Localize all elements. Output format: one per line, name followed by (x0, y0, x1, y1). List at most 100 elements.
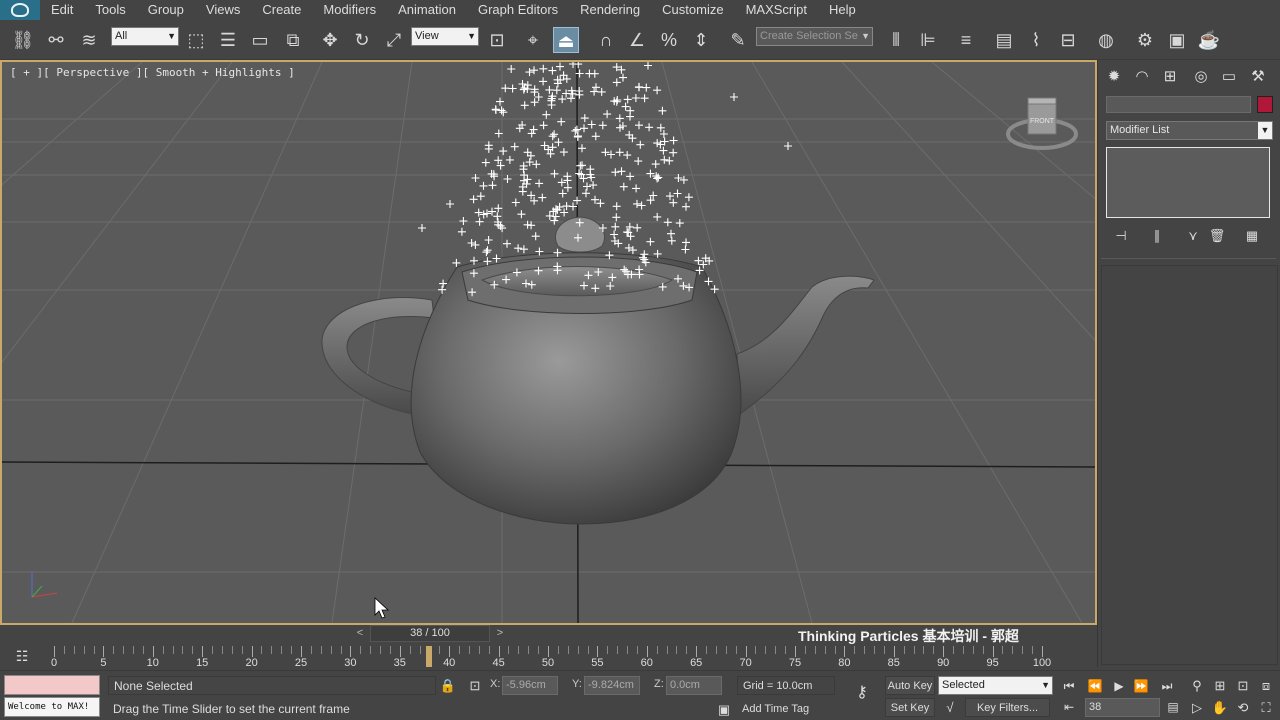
display-tab-icon[interactable]: ▭ (1217, 66, 1241, 88)
rendered-frame-window-icon[interactable]: ▣ (1164, 27, 1190, 53)
percent-snap-icon[interactable]: % (656, 27, 682, 53)
go-to-end-icon[interactable]: ⏭ (1156, 677, 1178, 695)
selection-filter-dropdown[interactable]: All ▼ (111, 27, 179, 46)
time-slider-next-button[interactable]: > (490, 625, 510, 642)
orbit-icon[interactable]: ⟲ (1232, 699, 1254, 717)
pivot-center-icon[interactable]: ⊡ (484, 27, 510, 53)
modifier-list-dropdown[interactable]: Modifier List ▼ (1106, 121, 1273, 140)
key-filter-dropdown[interactable]: Selected ▼ (938, 676, 1053, 695)
utilities-tab-icon[interactable]: ⚒ (1246, 66, 1270, 88)
object-name-field[interactable] (1106, 96, 1251, 113)
mirror-icon[interactable]: ⫴ (883, 27, 909, 53)
select-manipulate-icon[interactable]: ⌖ (520, 27, 546, 53)
unlink-icon[interactable]: ⚯ (43, 27, 69, 53)
modify-tab-icon[interactable]: ◠ (1130, 66, 1154, 88)
motion-tab-icon[interactable]: ◎ (1189, 66, 1213, 88)
select-and-rotate-icon[interactable]: ↻ (349, 27, 375, 53)
named-selection-dropdown[interactable]: Create Selection Se ▼ (756, 27, 873, 46)
render-production-icon[interactable]: ☕ (1196, 27, 1222, 53)
selection-lock-icon[interactable]: 🔒 (438, 676, 458, 695)
default-tangent-icon[interactable]: √ (940, 698, 960, 717)
menu-group[interactable]: Group (137, 0, 195, 20)
menu-modifiers[interactable]: Modifiers (312, 0, 387, 20)
go-to-start-icon[interactable]: ⏮ (1058, 677, 1080, 695)
make-unique-icon[interactable]: ⋎ (1182, 226, 1204, 246)
previous-frame-icon[interactable]: ⏪ (1084, 677, 1106, 695)
set-keys-key-icon[interactable]: ⚷ (848, 683, 876, 702)
next-frame-icon[interactable]: ⏩ (1130, 677, 1152, 695)
track-ruler[interactable]: 0 5 10 15 20 25 30 35 40 45 50 55 60 65 70 75 80 85 90 95 10… (51, 644, 1051, 670)
hierarchy-tab-icon[interactable]: ⊞ (1158, 66, 1182, 88)
rectangular-selection-icon[interactable]: ▭ (247, 27, 273, 53)
zoom-icon[interactable]: ⚲ (1186, 677, 1208, 695)
schematic-view-icon[interactable]: ⊟ (1055, 27, 1081, 53)
render-setup-icon[interactable]: ⚙ (1132, 27, 1158, 53)
select-and-scale-icon[interactable]: ⤢ (381, 27, 407, 53)
set-key-button[interactable]: Set Key (885, 698, 935, 717)
mini-curve-editor-icon[interactable]: ☷ (12, 648, 32, 664)
key-filters-button[interactable]: Key Filters... (965, 698, 1050, 717)
maximize-viewport-icon[interactable]: ⛶ (1255, 699, 1277, 717)
edit-named-selection-icon[interactable]: ✎ (725, 27, 751, 53)
play-icon[interactable]: ▶ (1108, 677, 1130, 695)
time-slider-prev-button[interactable]: < (350, 625, 370, 642)
angle-snap-icon[interactable]: ∠ (624, 27, 650, 53)
time-tag-icon[interactable]: ▣ (714, 700, 734, 719)
menu-create[interactable]: Create (251, 0, 312, 20)
pan-view-icon[interactable]: ✋ (1209, 699, 1231, 717)
absolute-mode-transform-icon[interactable]: ⊡ (465, 676, 485, 695)
pin-stack-icon[interactable]: ⊣ (1110, 226, 1132, 246)
y-coordinate-field[interactable]: -9.824cm (584, 676, 640, 695)
select-and-link-icon[interactable]: ⛓ (10, 27, 36, 53)
modifier-stack[interactable] (1106, 147, 1270, 218)
app-logo-button[interactable] (0, 0, 40, 20)
curve-editor-icon[interactable]: ⌇ (1023, 27, 1049, 53)
menu-graph-editors[interactable]: Graph Editors (467, 0, 569, 20)
viewport-label[interactable]: [ + ][ Perspective ][ Smooth + Highlight… (10, 66, 295, 79)
track-bar[interactable]: ☷ 0 5 10 15 20 25 30 35 40 45 50 55 60 65 70 75 80 85 90 95… (0, 644, 1097, 670)
menu-tools[interactable]: Tools (84, 0, 136, 20)
bind-space-warp-icon[interactable]: ≋ (76, 27, 102, 53)
menu-rendering[interactable]: Rendering (569, 0, 651, 20)
time-slider-thumb[interactable]: 38 / 100 (370, 625, 490, 642)
layer-manager-icon[interactable]: ≡ (953, 27, 979, 53)
material-editor-icon[interactable]: ◍ (1093, 27, 1119, 53)
current-frame-field[interactable]: 38 (1085, 698, 1160, 717)
maxscript-listener-field[interactable] (4, 675, 100, 695)
spinner-snap-icon[interactable]: ⇕ (688, 27, 714, 53)
zoom-all-icon[interactable]: ⊞ (1209, 677, 1231, 695)
field-of-view-icon[interactable]: ▷ (1186, 699, 1208, 717)
keyboard-shortcut-override-icon[interactable]: ⏏ (553, 27, 579, 53)
snaps-toggle-icon[interactable]: ∩ (593, 27, 619, 53)
maxscript-mini-listener[interactable]: Welcome to MAX! (4, 697, 100, 717)
menu-edit[interactable]: Edit (40, 0, 84, 20)
select-and-move-icon[interactable]: ✥ (317, 27, 343, 53)
select-object-icon[interactable]: ⬚ (183, 27, 209, 53)
window-crossing-icon[interactable]: ⧉ (280, 27, 306, 53)
menu-views[interactable]: Views (195, 0, 251, 20)
current-frame-marker[interactable] (426, 646, 433, 667)
create-tab-icon[interactable]: ✹ (1102, 66, 1126, 88)
configure-modifier-sets-icon[interactable]: ▦ (1241, 226, 1263, 246)
key-mode-toggle-icon[interactable]: ⇤ (1058, 698, 1080, 716)
menu-maxscript[interactable]: MAXScript (735, 0, 818, 20)
remove-modifier-icon[interactable]: 🗑 (1206, 226, 1228, 246)
zoom-extents-icon[interactable]: ⊡ (1232, 677, 1254, 695)
menu-animation[interactable]: Animation (387, 0, 467, 20)
show-end-result-icon[interactable]: ∥ (1146, 226, 1168, 246)
teapot-object[interactable] (321, 216, 875, 525)
time-slider[interactable]: < 38 / 100 > Thinking Particles 基本培训 - 郭… (0, 625, 1097, 644)
object-color-swatch[interactable] (1257, 96, 1273, 113)
viewcube[interactable]: FRONT (1002, 92, 1082, 162)
z-coordinate-field[interactable]: 0.0cm (666, 676, 722, 695)
menu-help[interactable]: Help (818, 0, 867, 20)
perspective-viewport[interactable]: [ + ][ Perspective ][ Smooth + Highlight… (0, 60, 1097, 625)
toggle-ribbon-icon[interactable]: ▤ (991, 27, 1017, 53)
auto-key-button[interactable]: Auto Key (885, 676, 935, 695)
select-by-name-icon[interactable]: ☰ (215, 27, 241, 53)
x-coordinate-field[interactable]: -5.96cm (502, 676, 558, 695)
zoom-extents-all-icon[interactable]: ⧈ (1255, 677, 1277, 695)
menu-customize[interactable]: Customize (651, 0, 734, 20)
time-configuration-icon[interactable]: ▤ (1162, 698, 1184, 716)
reference-coordinate-dropdown[interactable]: View ▼ (411, 27, 479, 46)
